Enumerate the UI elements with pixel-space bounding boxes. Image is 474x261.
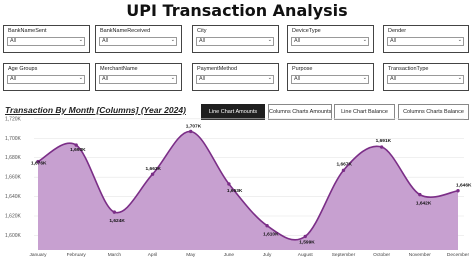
- data-point[interactable]: [112, 210, 117, 214]
- slicer-dropdown[interactable]: All ⌄: [291, 75, 369, 84]
- slicer-dropdown[interactable]: All ⌄: [196, 75, 274, 84]
- slicer-value: All: [102, 38, 109, 44]
- slicer-value: All: [199, 76, 206, 82]
- slicer-dropdown[interactable]: All ⌄: [387, 37, 464, 46]
- x-tick-label: March: [108, 252, 122, 258]
- slicer-value: All: [102, 76, 109, 82]
- slicer-payment-method[interactable]: PaymentMethod All ⌄: [192, 63, 279, 91]
- chevron-down-icon: ⌄: [267, 37, 272, 43]
- slicer-label: City: [197, 28, 207, 34]
- x-tick-label: June: [224, 252, 235, 258]
- slicer-dropdown[interactable]: All ⌄: [7, 75, 85, 84]
- x-tick-label: December: [447, 252, 470, 258]
- data-point[interactable]: [265, 224, 269, 228]
- y-tick-label: 1,680K: [5, 155, 22, 161]
- chevron-down-icon: ⌄: [78, 37, 83, 43]
- data-label: 1,653K: [227, 188, 243, 194]
- slicer-bank-name-received[interactable]: BankNameReceived All ⌄: [95, 25, 182, 53]
- slicer-dropdown[interactable]: All ⌄: [291, 37, 369, 46]
- data-label: 1,663K: [146, 166, 162, 172]
- slicer-label: Dender: [388, 28, 407, 34]
- slicer-value: All: [390, 76, 397, 82]
- x-tick-label: February: [67, 252, 87, 258]
- x-tick-label: May: [186, 252, 196, 258]
- slicer-label: PaymentMethod: [197, 66, 238, 72]
- x-tick-label: October: [373, 252, 390, 258]
- slicer-value: All: [390, 38, 397, 44]
- chart-area-fill: [38, 131, 458, 250]
- slicer-label: BankNameReceived: [100, 28, 151, 34]
- slicer-purpose[interactable]: Purpose All ⌄: [287, 63, 374, 91]
- slicer-label: MerchantName: [100, 66, 138, 72]
- slicer-value: All: [294, 38, 301, 44]
- x-tick-label: September: [332, 252, 356, 258]
- data-label: 1,610K: [263, 232, 279, 238]
- slicer-label: Purpose: [292, 66, 313, 72]
- slicer-dropdown[interactable]: All ⌄: [387, 75, 464, 84]
- data-point[interactable]: [189, 129, 193, 134]
- slicer-dropdown[interactable]: All ⌄: [196, 37, 274, 46]
- slicer-device-type[interactable]: DeviceType All ⌄: [287, 25, 374, 53]
- data-label: 1,646K: [456, 183, 472, 189]
- x-tick-label: November: [409, 252, 432, 258]
- chevron-down-icon: ⌄: [267, 75, 272, 81]
- chevron-down-icon: ⌄: [78, 75, 83, 81]
- chevron-down-icon: ⌄: [457, 75, 462, 81]
- data-label: 1,624K: [109, 218, 125, 224]
- chevron-down-icon: ⌄: [362, 37, 367, 43]
- slicer-label: BankNameSent: [8, 28, 47, 34]
- data-label: 1,599K: [299, 239, 315, 245]
- slicer-value: All: [10, 38, 17, 44]
- data-label: 1,667K: [336, 161, 352, 167]
- data-point[interactable]: [150, 172, 155, 176]
- y-tick-label: 1,660K: [5, 175, 22, 181]
- chevron-down-icon: ⌄: [170, 75, 175, 81]
- slicer-label: Age Groups: [8, 66, 38, 72]
- slicer-transaction-type[interactable]: TransactionType All ⌄: [383, 63, 469, 91]
- data-point[interactable]: [341, 168, 346, 173]
- y-tick-label: 1,600K: [5, 233, 22, 239]
- slicer-city[interactable]: City All ⌄: [192, 25, 279, 53]
- data-point[interactable]: [456, 189, 460, 193]
- slicer-label: TransactionType: [388, 66, 429, 72]
- y-tick-label: 1,720K: [5, 116, 22, 122]
- slicer-gender[interactable]: Dender All ⌄: [383, 25, 469, 53]
- x-tick-label: January: [29, 252, 47, 258]
- slicer-merchant-name[interactable]: MerchantName All ⌄: [95, 63, 182, 91]
- x-tick-label: April: [148, 252, 158, 258]
- y-tick-label: 1,700K: [5, 136, 22, 142]
- data-point[interactable]: [418, 192, 422, 197]
- data-label: 1,676K: [31, 161, 47, 167]
- slicer-bank-name-sent[interactable]: BankNameSent All ⌄: [3, 25, 90, 53]
- chevron-down-icon: ⌄: [457, 37, 462, 43]
- x-tick-label: August: [298, 252, 314, 258]
- line-chart: 1,676K 1,693K 1,624K 1,663K 1,707K 1,653K 1,61…: [5, 116, 472, 258]
- data-label: 1,693K: [70, 147, 86, 153]
- x-tick-label: July: [263, 252, 272, 258]
- slicer-age-groups[interactable]: Age Groups All ⌄: [3, 63, 90, 91]
- chevron-down-icon: ⌄: [170, 37, 175, 43]
- y-tick-label: 1,620K: [5, 214, 22, 220]
- data-point[interactable]: [303, 234, 307, 239]
- data-point[interactable]: [379, 145, 384, 149]
- data-label: 1,691K: [376, 138, 392, 144]
- chevron-down-icon: ⌄: [362, 75, 367, 81]
- slicer-value: All: [294, 76, 301, 82]
- data-label: 1,707K: [186, 123, 202, 129]
- slicer-value: All: [10, 76, 17, 82]
- slicer-dropdown[interactable]: All ⌄: [7, 37, 85, 46]
- slicer-value: All: [199, 38, 206, 44]
- slicer-dropdown[interactable]: All ⌄: [99, 75, 177, 84]
- slicer-label: DeviceType: [292, 28, 321, 34]
- y-tick-label: 1,640K: [5, 194, 22, 200]
- data-point[interactable]: [74, 143, 78, 147]
- page-title: UPI Transaction Analysis: [126, 1, 348, 20]
- slicer-dropdown[interactable]: All ⌄: [99, 37, 177, 46]
- data-point[interactable]: [227, 182, 231, 186]
- data-label: 1,642K: [416, 201, 432, 207]
